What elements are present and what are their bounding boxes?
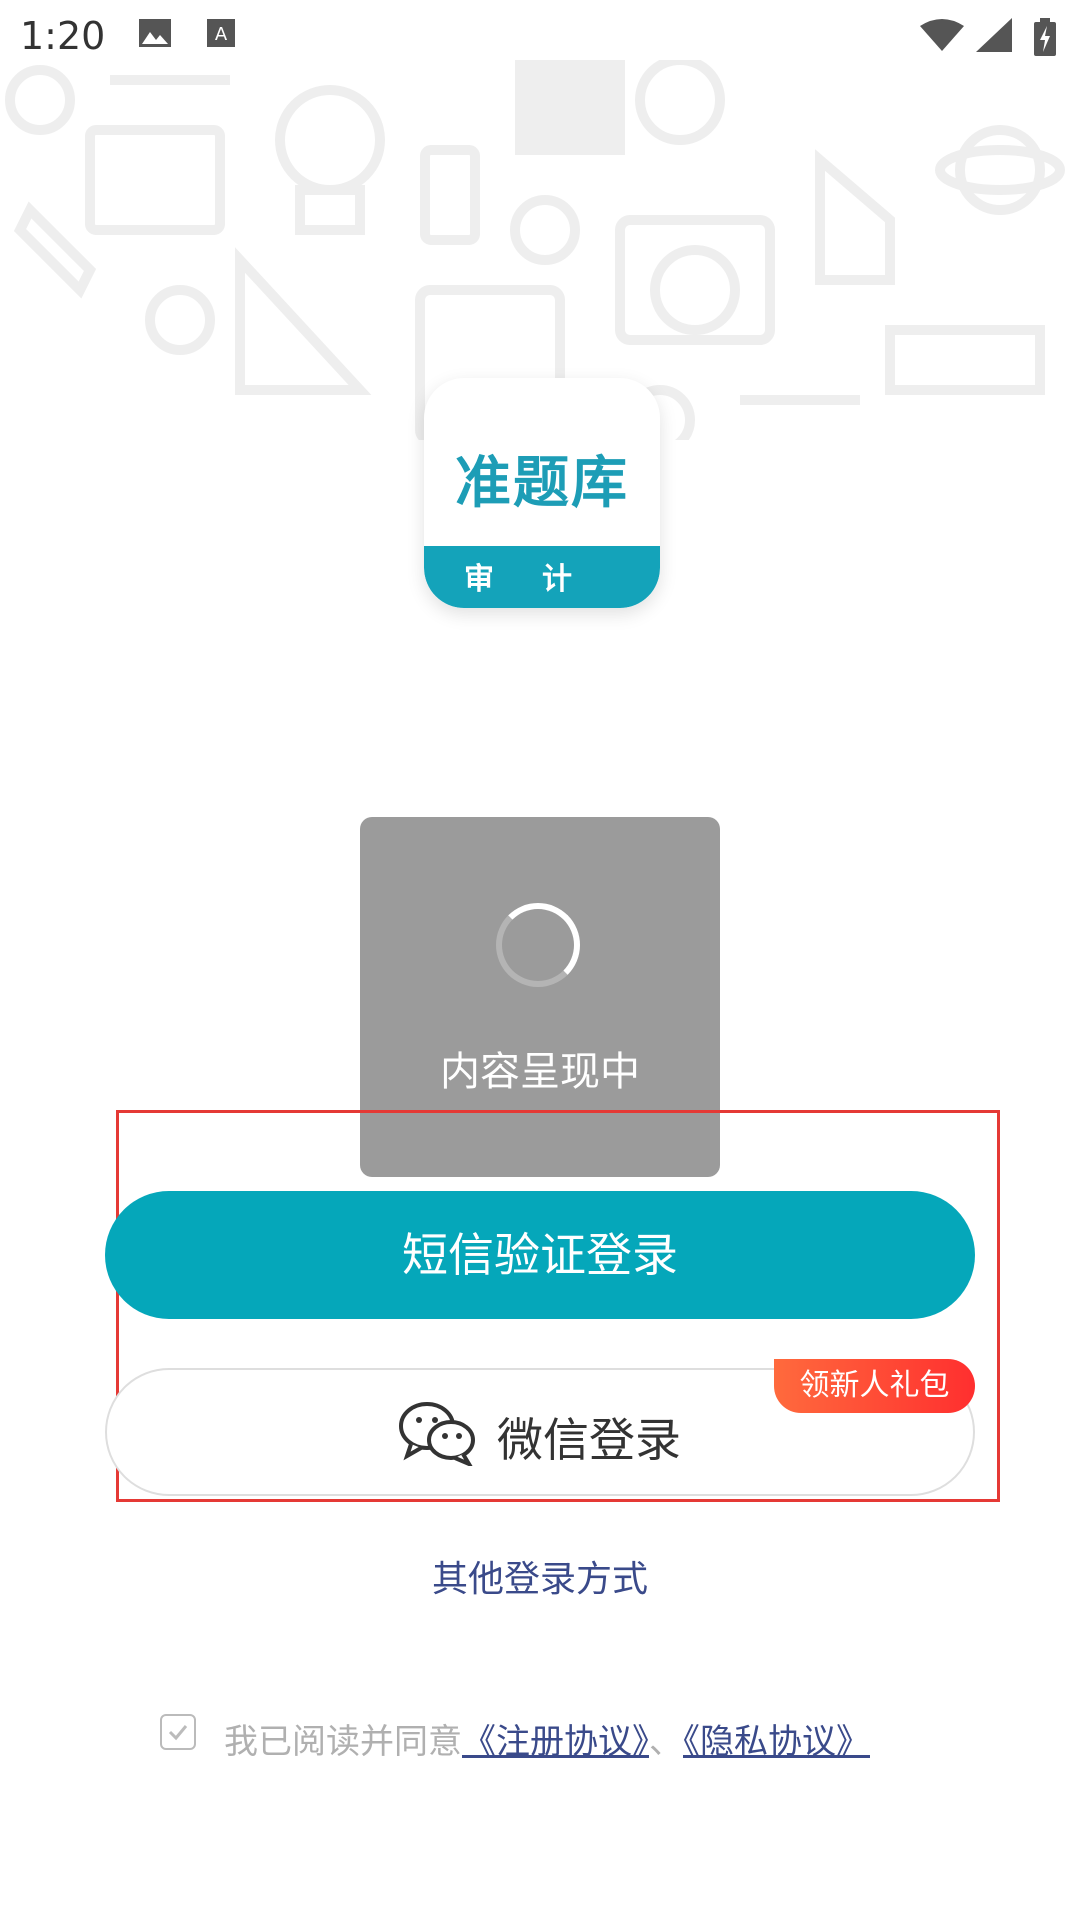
logo-subtitle-left: 审	[464, 562, 542, 597]
logo-subtitle-right: 计	[542, 562, 620, 597]
app-logo: 准题库 审计	[424, 378, 660, 608]
new-user-gift-badge: 领新人礼包	[774, 1359, 975, 1413]
image-icon	[139, 19, 171, 47]
agreement-row: 我已阅读并同意《注册协议》、《隐私协议》	[160, 1714, 960, 1762]
sms-login-button[interactable]: 短信验证登录	[105, 1191, 975, 1319]
wifi-icon	[920, 19, 964, 51]
agreement-text: 我已阅读并同意《注册协议》、《隐私协议》	[224, 1714, 870, 1763]
svg-text:A: A	[215, 24, 228, 45]
text-a-icon: A	[207, 19, 235, 47]
status-time: 1:20	[20, 14, 106, 58]
privacy-agreement-link[interactable]: 《隐私协议》	[683, 1722, 870, 1762]
wechat-login-label: 微信登录	[497, 1413, 681, 1467]
signal-icon	[976, 18, 1012, 52]
wechat-icon	[399, 1402, 475, 1466]
agreement-separator: 、	[649, 1722, 683, 1762]
loading-spinner-icon	[496, 903, 580, 987]
agreement-checkbox[interactable]	[160, 1714, 196, 1750]
logo-title: 准题库	[455, 451, 629, 516]
loading-text: 内容呈现中	[440, 1049, 640, 1095]
agreement-prefix: 我已阅读并同意	[224, 1722, 462, 1762]
checkmark-icon	[168, 1725, 188, 1741]
logo-banner: 审计	[424, 546, 660, 608]
battery-charging-icon	[1034, 18, 1056, 56]
register-agreement-link[interactable]: 《注册协议》	[462, 1722, 649, 1762]
other-login-methods-link[interactable]: 其他登录方式	[0, 1550, 1080, 1602]
